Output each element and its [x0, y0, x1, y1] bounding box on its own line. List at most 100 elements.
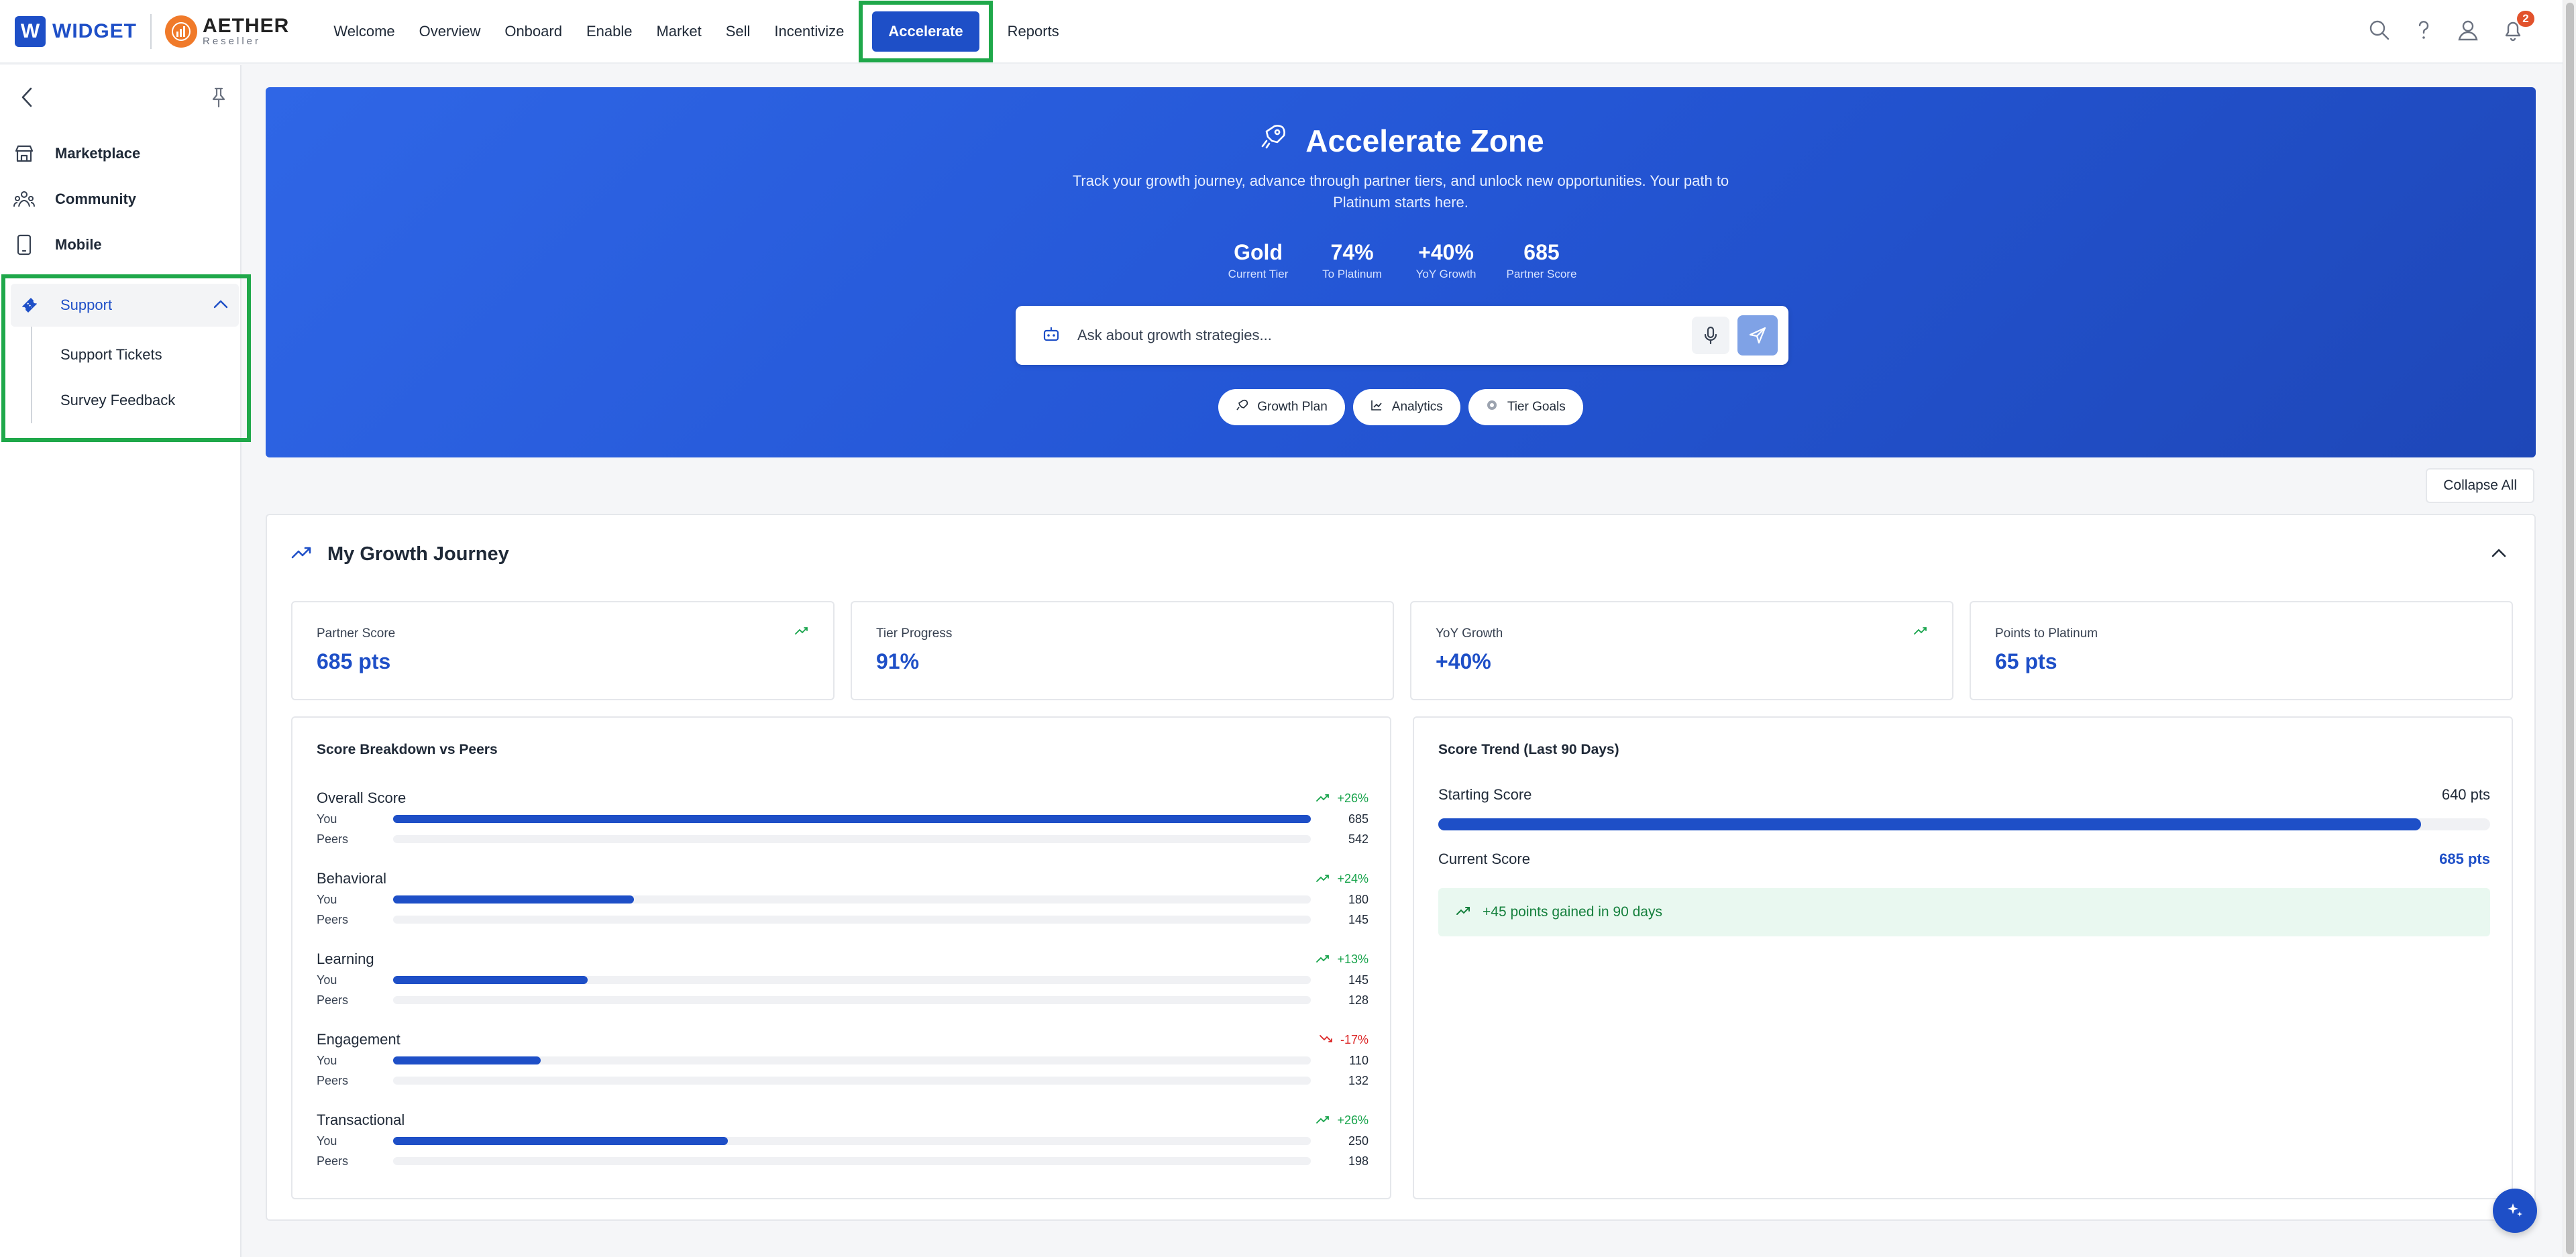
stat-current-tier: Gold Current Tier: [1225, 240, 1292, 281]
ai-assistant-sparkle-button[interactable]: [2493, 1189, 2537, 1233]
stat-label: Partner Score: [1506, 268, 1577, 280]
peers-bar-track: [393, 996, 1311, 1004]
points-gained-banner: +45 points gained in 90 days: [1438, 888, 2490, 936]
kpi-partner-score: Partner Score 685 pts: [291, 601, 835, 700]
chart-icon: [1371, 399, 1383, 415]
chip-analytics[interactable]: Analytics: [1352, 389, 1460, 425]
nav-onboard[interactable]: Onboard: [492, 11, 574, 52]
you-bar-row: You 685: [317, 809, 1368, 829]
send-icon[interactable]: [1737, 315, 1778, 356]
sidebar-item-support-tickets[interactable]: Support Tickets: [32, 332, 247, 378]
category-header: Learning +13%: [317, 948, 1368, 970]
sidebar-header: [0, 65, 240, 119]
category-name: Engagement: [317, 1031, 400, 1048]
chevron-up-icon[interactable]: [2490, 542, 2508, 564]
bot-icon: [1041, 324, 1061, 347]
help-icon[interactable]: [2414, 19, 2434, 45]
collapse-all-button[interactable]: Collapse All: [2426, 468, 2534, 503]
nav-sell[interactable]: Sell: [714, 11, 763, 52]
chip-growth-plan[interactable]: Growth Plan: [1218, 389, 1345, 425]
quick-action-chips: Growth Plan Analytics Tier Goals: [266, 389, 2536, 425]
stat-value: Gold: [1234, 240, 1283, 264]
category-header: Transactional +26%: [317, 1109, 1368, 1131]
search-icon[interactable]: [2368, 19, 2391, 45]
sidebar-item-marketplace[interactable]: Marketplace: [0, 131, 240, 176]
peers-bar-track: [393, 835, 1311, 843]
nav-accelerate[interactable]: Accelerate: [872, 11, 979, 52]
peers-bar-row: Peers 198: [317, 1151, 1368, 1171]
section-title: My Growth Journey: [327, 543, 509, 565]
category-change-value: +26%: [1337, 1113, 1368, 1127]
you-label: You: [317, 973, 337, 987]
aether-brand-name: AETHER Reseller: [203, 15, 290, 47]
chip-tier-goals[interactable]: Tier Goals: [1468, 389, 1583, 425]
you-bar-track: [393, 895, 1311, 904]
you-label: You: [317, 892, 337, 906]
stat-label: Current Tier: [1228, 268, 1289, 280]
starting-score-label: Starting Score: [1438, 786, 1532, 803]
kpi-value: 91%: [876, 649, 920, 673]
nav-reports[interactable]: Reports: [996, 11, 1071, 52]
peers-label: Peers: [317, 1073, 349, 1087]
nav-market[interactable]: Market: [644, 11, 713, 52]
you-value: 685: [1348, 812, 1368, 826]
category-change: +26%: [1316, 791, 1368, 806]
stat-label: To Platinum: [1322, 268, 1382, 280]
sidebar-item-label: Mobile: [55, 236, 102, 253]
sidebar-item-mobile[interactable]: Mobile: [0, 222, 240, 268]
sidebar-item-label: Marketplace: [55, 145, 141, 162]
stat-label: YoY Growth: [1415, 268, 1477, 280]
sidebar-item-support[interactable]: Support: [11, 284, 239, 327]
sidebar-collapse-chevron-left-icon[interactable]: [19, 86, 36, 112]
trending-up-icon: [1456, 904, 1472, 920]
chip-label: Growth Plan: [1257, 400, 1328, 414]
stat-value: 685: [1523, 240, 1560, 264]
category-name: Transactional: [317, 1111, 405, 1128]
pin-icon[interactable]: [209, 86, 228, 112]
peers-value: 542: [1348, 832, 1368, 846]
trending-up-icon: [1316, 952, 1330, 967]
sidebar-item-community[interactable]: Community: [0, 176, 240, 222]
notifications-bell-icon[interactable]: 2: [2502, 11, 2534, 45]
collapse-row: Collapse All: [266, 457, 2536, 514]
widget-brand-name: WIDGET: [52, 19, 137, 42]
notification-count-badge: 2: [2517, 11, 2534, 27]
breakdown-category: Learning +13% You 145 Peers 128: [317, 948, 1368, 1010]
scrollbar-thumb[interactable]: [2566, 3, 2574, 1254]
sidebar-support-label: Support: [60, 296, 113, 313]
current-score-row: Current Score 685 pts: [1438, 851, 2490, 868]
nav-enable[interactable]: Enable: [574, 11, 645, 52]
you-bar-track: [393, 1056, 1311, 1064]
hero-title-text: Accelerate Zone: [1305, 123, 1544, 158]
starting-score-value: 640 pts: [2441, 786, 2490, 803]
brand[interactable]: W WIDGET AETHER Reseller: [15, 13, 290, 49]
section-header[interactable]: My Growth Journey: [267, 515, 2534, 593]
points-gained-text: +45 points gained in 90 days: [1483, 904, 1662, 920]
you-bar-fill: [393, 1056, 541, 1064]
ai-search-input[interactable]: Ask about growth strategies...: [1077, 327, 1692, 344]
nav-incentivize[interactable]: Incentivize: [762, 11, 856, 52]
user-icon[interactable]: [2457, 19, 2479, 45]
kpi-value: +40%: [1436, 649, 1491, 673]
panel-title: Score Trend (Last 90 Days): [1438, 742, 1619, 757]
sidebar-item-survey-feedback[interactable]: Survey Feedback: [32, 378, 247, 423]
chevron-up-icon[interactable]: [212, 296, 229, 314]
page-scrollbar[interactable]: [2563, 0, 2576, 1257]
microphone-icon[interactable]: [1692, 317, 1729, 354]
category-header: Behavioral +24%: [317, 868, 1368, 889]
ai-search-box[interactable]: Ask about growth strategies...: [1016, 306, 1788, 365]
aether-title: AETHER: [203, 15, 290, 37]
community-icon: [13, 188, 35, 210]
support-section-highlight: Support Support Tickets Survey Feedback: [1, 274, 251, 442]
widget-logo: W: [15, 15, 46, 47]
aether-logo-icon: [165, 15, 197, 48]
nav-overview[interactable]: Overview: [407, 11, 493, 52]
kpi-label: Tier Progress: [876, 626, 953, 641]
category-change: +13%: [1316, 952, 1368, 967]
you-bar-fill: [393, 976, 588, 984]
you-bar-fill: [393, 815, 1311, 823]
you-label: You: [317, 812, 337, 826]
support-submenu: Support Tickets Survey Feedback: [31, 327, 247, 423]
nav-welcome[interactable]: Welcome: [321, 11, 407, 52]
sidebar: Marketplace Community Mobile Support Sup…: [0, 65, 251, 1257]
